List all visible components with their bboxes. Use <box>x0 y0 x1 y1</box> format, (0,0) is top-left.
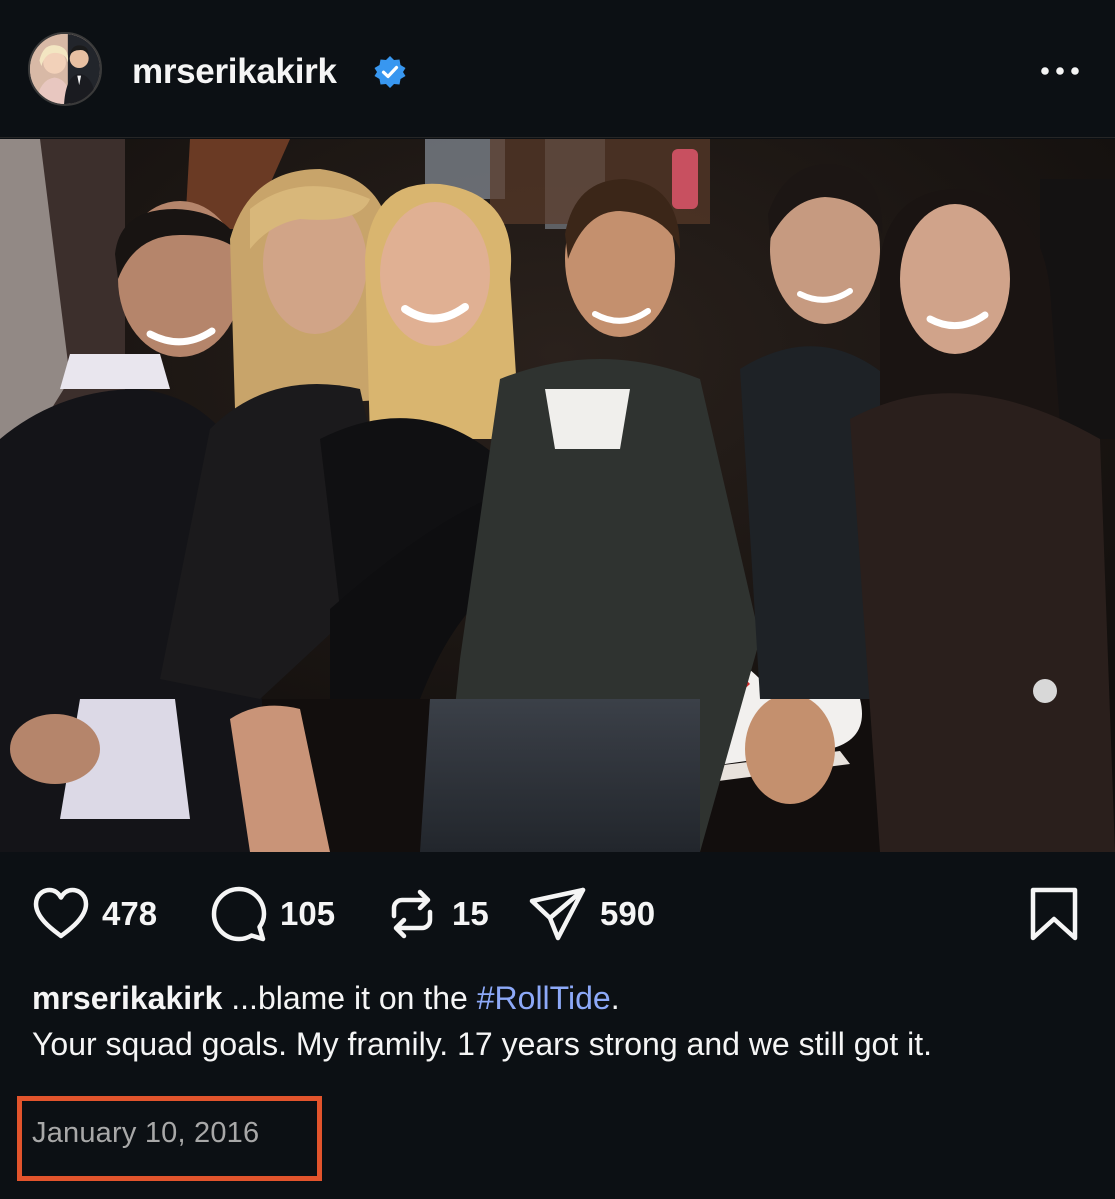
repost-icon <box>391 889 433 939</box>
avatar-image <box>30 34 100 104</box>
share-button[interactable]: 590 <box>528 880 655 948</box>
heart-icon <box>33 887 89 939</box>
caption-line-2: Your squad goals. My framily. 17 years s… <box>32 1026 932 1062</box>
profile-avatar[interactable] <box>28 32 102 106</box>
post-caption: mrserikakirk ...blame it on the #RollTid… <box>32 975 1082 1067</box>
repost-button[interactable]: 15 <box>384 880 489 948</box>
action-bar: 478 105 15 590 <box>0 880 1115 948</box>
verified-badge-icon <box>374 56 406 88</box>
more-options-icon[interactable] <box>1038 58 1082 84</box>
hashtag-link[interactable]: #RollTide <box>477 980 611 1016</box>
post-username[interactable]: mrserikakirk <box>132 52 337 92</box>
post-date: January 10, 2016 <box>32 1117 260 1149</box>
share-count: 590 <box>600 895 656 932</box>
group-photo-image <box>0 139 1115 852</box>
comment-icon <box>211 886 267 942</box>
caption-punctuation: . <box>610 980 620 1016</box>
like-count: 478 <box>102 895 158 932</box>
share-icon <box>529 887 586 941</box>
bookmark-icon[interactable] <box>1028 886 1080 942</box>
post-photo[interactable] <box>0 139 1115 852</box>
repost-count: 15 <box>452 895 489 932</box>
like-button[interactable]: 478 <box>32 880 157 948</box>
post-header: mrserikakirk <box>0 0 1115 138</box>
caption-username[interactable]: mrserikakirk <box>32 980 222 1016</box>
comment-button[interactable]: 105 <box>210 880 335 948</box>
comment-count: 105 <box>280 895 336 932</box>
caption-text: ...blame it on the <box>222 980 477 1016</box>
